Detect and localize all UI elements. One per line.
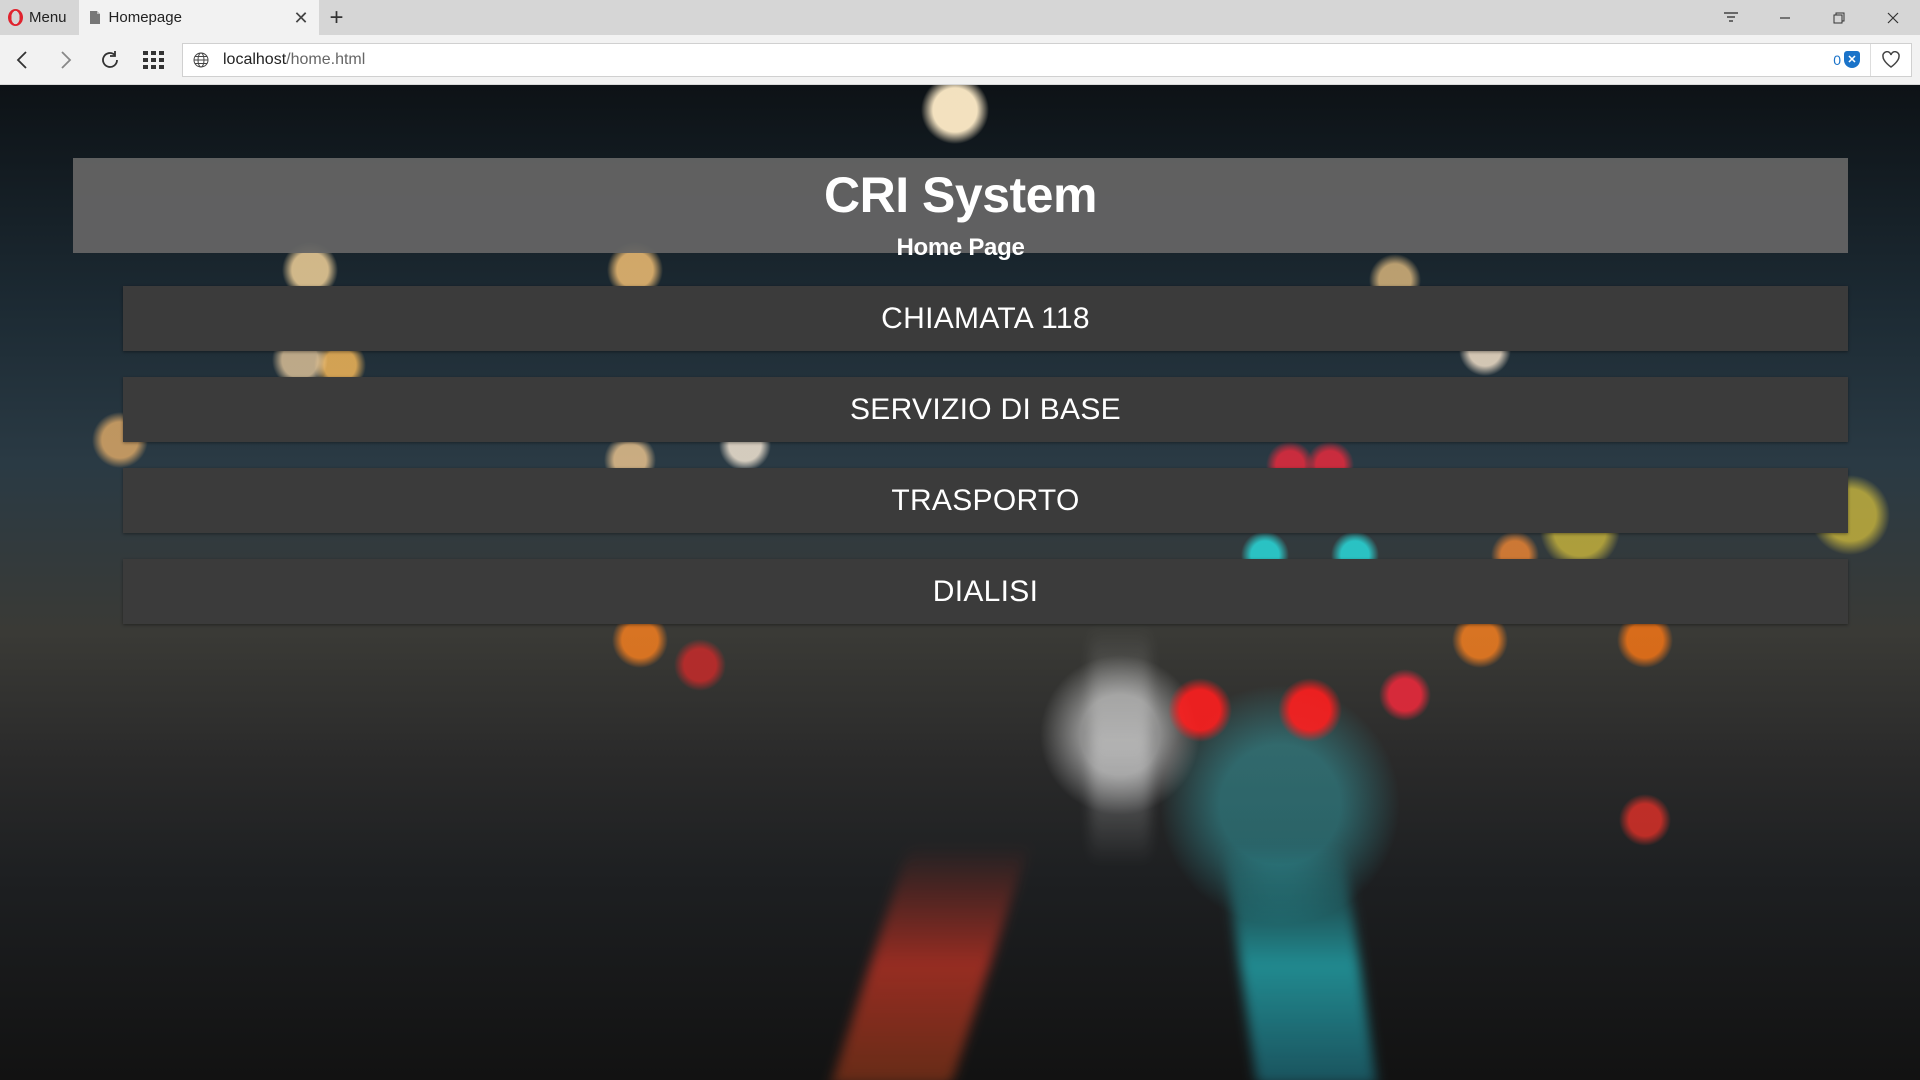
- url-host: localhost: [223, 50, 287, 68]
- menu-item-dialisi[interactable]: DIALISI: [123, 559, 1848, 624]
- bookmark-button[interactable]: [1870, 43, 1911, 76]
- close-icon[interactable]: ✕: [293, 9, 308, 27]
- tab-menu-icon[interactable]: [1704, 0, 1758, 35]
- speed-dial-button[interactable]: [132, 35, 176, 85]
- menu-item-trasporto[interactable]: TRASPORTO: [123, 468, 1848, 533]
- menu-item-chiamata-118[interactable]: CHIAMATA 118: [123, 286, 1848, 351]
- browser-menu-button[interactable]: Menu: [0, 0, 77, 35]
- page-subtitle: Home Page: [896, 234, 1025, 261]
- new-tab-button[interactable]: +: [319, 0, 355, 35]
- back-button[interactable]: [0, 35, 44, 85]
- address-bar[interactable]: localhost/home.html 0 ✕: [182, 42, 1912, 77]
- grid-icon: [143, 50, 164, 69]
- reload-icon: [102, 50, 118, 68]
- restore-button[interactable]: [1812, 0, 1866, 35]
- globe-icon[interactable]: [183, 52, 219, 68]
- minimize-button[interactable]: [1758, 0, 1812, 35]
- browser-toolbar: localhost/home.html 0 ✕: [0, 35, 1920, 85]
- window-controls: [1704, 0, 1920, 35]
- url-path: /home.html: [286, 50, 366, 68]
- reload-button[interactable]: [88, 35, 132, 85]
- page-header: CRI System Home Page: [73, 158, 1848, 261]
- tab-title: Homepage: [108, 9, 182, 26]
- opera-logo-icon: [8, 9, 23, 26]
- menu-item-servizio-di-base[interactable]: SERVIZIO DI BASE: [123, 377, 1848, 442]
- url-text[interactable]: localhost/home.html: [219, 51, 1823, 69]
- browser-tab-bar: Menu Homepage ✕ +: [0, 0, 1920, 35]
- page-viewport: CRI System Home Page CHIAMATA 118 SERVIZ…: [0, 85, 1920, 1080]
- document-icon: [89, 10, 101, 25]
- shield-icon: ✕: [1844, 51, 1860, 68]
- plus-icon: +: [329, 3, 344, 31]
- main-menu: CHIAMATA 118 SERVIZIO DI BASE TRASPORTO …: [123, 286, 1848, 650]
- forward-arrow-icon: [61, 50, 72, 69]
- background-light-streak: [831, 845, 1029, 1080]
- blocked-count: 0: [1833, 51, 1841, 68]
- background-light-streak: [1090, 625, 1150, 865]
- page-title: CRI System: [824, 167, 1097, 223]
- close-window-button[interactable]: [1866, 0, 1920, 35]
- browser-menu-label: Menu: [29, 9, 67, 26]
- ad-blocker-button[interactable]: 0 ✕: [1823, 51, 1870, 68]
- background-light-streak: [1223, 845, 1377, 1080]
- forward-button[interactable]: [44, 35, 88, 85]
- tab-homepage[interactable]: Homepage ✕: [78, 0, 319, 35]
- back-arrow-icon: [16, 50, 27, 69]
- heart-icon: [1882, 50, 1900, 68]
